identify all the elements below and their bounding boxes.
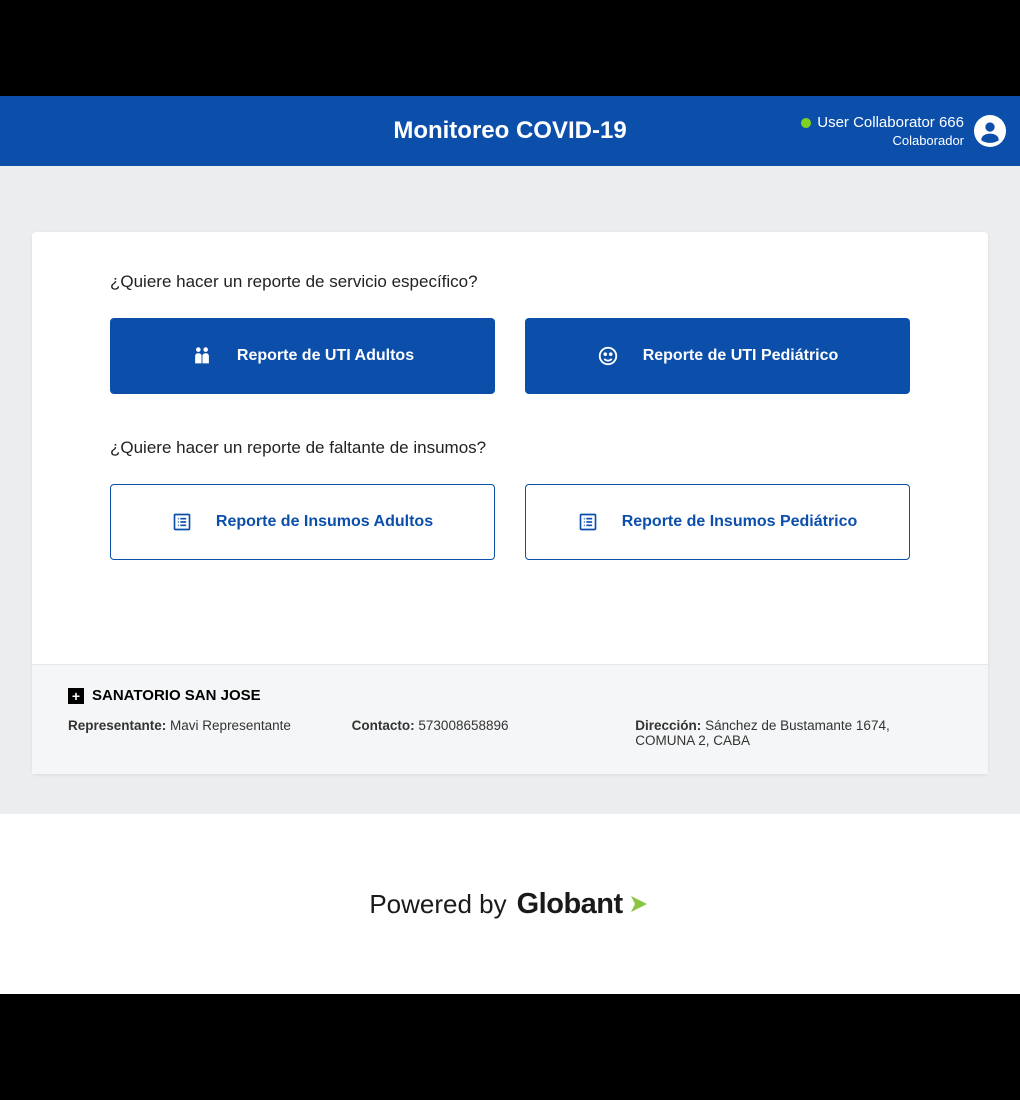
powered-by-label: Powered by <box>369 889 506 920</box>
user-section[interactable]: User Collaborator 666 Colaborador <box>801 114 1006 148</box>
rep-label: Representante: <box>68 718 166 733</box>
hospital-info-row: Representante: Mavi Representante Contac… <box>68 718 952 748</box>
card-main: ¿Quiere hacer un reporte de servicio esp… <box>32 232 988 664</box>
main-card: ¿Quiere hacer un reporte de servicio esp… <box>32 232 988 774</box>
contact-label: Contacto: <box>352 718 415 733</box>
uti-adults-label: Reporte de UTI Adultos <box>237 347 414 365</box>
hospital-footer: + SANATORIO SAN JOSE Representante: Mavi… <box>32 664 988 774</box>
app-header: Monitoreo COVID-19 User Collaborator 666… <box>0 96 1020 166</box>
uti-adults-button[interactable]: Reporte de UTI Adultos <box>110 318 495 394</box>
bottom-black-bar <box>0 994 1020 1100</box>
supplies-pediatric-label: Reporte de Insumos Pediátrico <box>622 513 858 531</box>
globant-brand: Globant <box>517 888 651 921</box>
content-area: ¿Quiere hacer un reporte de servicio esp… <box>0 166 1020 814</box>
page-title: Monitoreo COVID-19 <box>393 117 626 145</box>
list-icon <box>172 512 192 532</box>
question-service: ¿Quiere hacer un reporte de servicio esp… <box>110 272 910 292</box>
address-info: Dirección: Sánchez de Bustamante 1674, C… <box>635 718 952 748</box>
hospital-plus-icon: + <box>68 688 84 704</box>
supplies-adults-label: Reporte de Insumos Adultos <box>216 513 433 531</box>
hospital-name-line: + SANATORIO SAN JOSE <box>68 687 952 704</box>
list-icon <box>578 512 598 532</box>
user-role: Colaborador <box>801 133 964 148</box>
rep-value: Mavi Representante <box>170 718 291 733</box>
user-text: User Collaborator 666 Colaborador <box>801 114 964 148</box>
supplies-pediatric-button[interactable]: Reporte de Insumos Pediátrico <box>525 484 910 560</box>
contact-value: 573008658896 <box>418 718 508 733</box>
address-label: Dirección: <box>635 718 701 733</box>
avatar-icon[interactable] <box>974 115 1006 147</box>
status-online-icon <box>801 118 811 128</box>
globant-arrow-icon <box>627 892 651 916</box>
top-black-bar <box>0 0 1020 96</box>
user-name: User Collaborator 666 <box>817 114 964 131</box>
powered-by-text: Powered by Globant <box>369 888 650 921</box>
contact-info: Contacto: 573008658896 <box>352 718 596 748</box>
child-face-icon <box>597 345 619 367</box>
representative-info: Representante: Mavi Representante <box>68 718 312 748</box>
uti-pediatric-label: Reporte de UTI Pediátrico <box>643 347 839 365</box>
supplies-buttons-row: Reporte de Insumos Adultos Reporte de In… <box>110 484 910 560</box>
powered-by-section: Powered by Globant <box>0 814 1020 994</box>
user-name-line: User Collaborator 666 <box>801 114 964 131</box>
uti-pediatric-button[interactable]: Reporte de UTI Pediátrico <box>525 318 910 394</box>
question-supplies: ¿Quiere hacer un reporte de faltante de … <box>110 438 910 458</box>
service-buttons-row: Reporte de UTI Adultos Reporte de UTI Pe… <box>110 318 910 394</box>
supplies-adults-button[interactable]: Reporte de Insumos Adultos <box>110 484 495 560</box>
people-icon <box>191 345 213 367</box>
globant-text: Globant <box>517 888 623 921</box>
hospital-name: SANATORIO SAN JOSE <box>92 687 261 704</box>
